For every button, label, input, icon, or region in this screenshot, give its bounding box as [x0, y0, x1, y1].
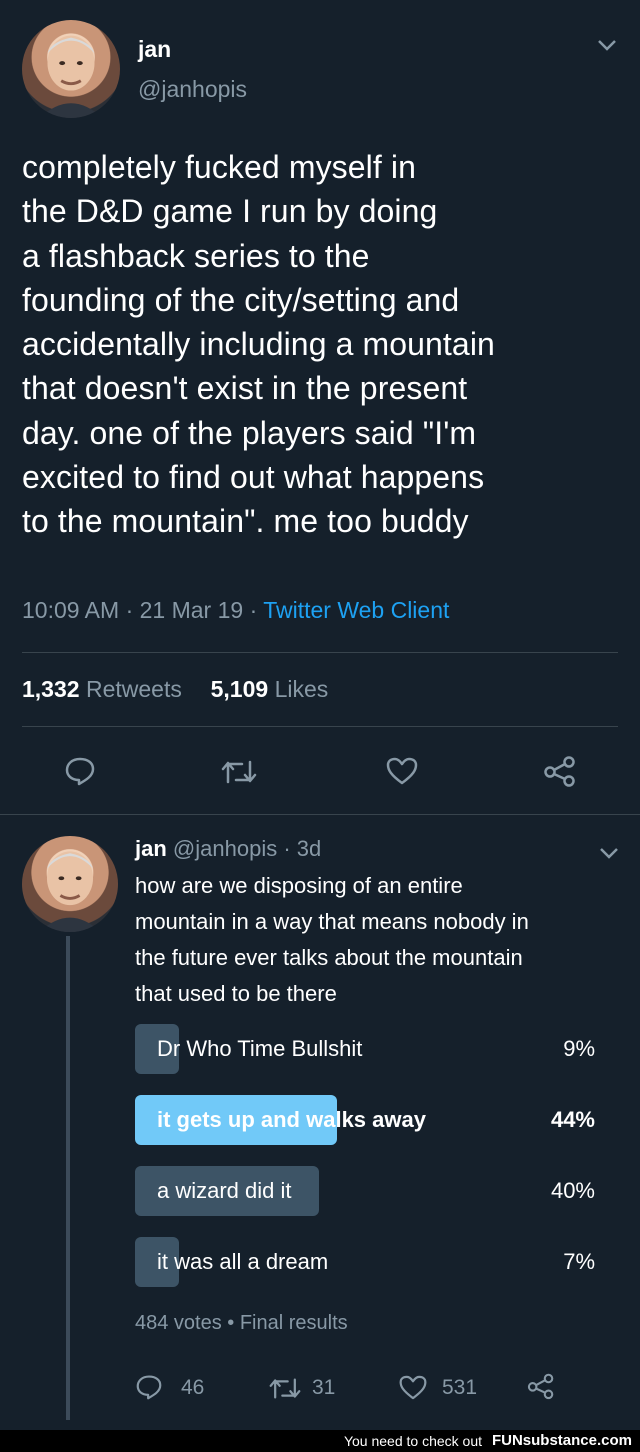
retweet-count: 31	[312, 1376, 336, 1399]
poll-option[interactable]: Dr Who Time Bullshit 9%	[135, 1024, 595, 1074]
reply-icon[interactable]	[64, 756, 96, 786]
reply-icon	[135, 1374, 163, 1400]
reply-text-line: the future ever talks about the mountain	[135, 945, 523, 970]
reply-text: how are we disposing of an entire mounta…	[135, 868, 615, 1012]
poll-option-label: a wizard did it	[157, 1178, 292, 1203]
reply-avatar[interactable]	[22, 836, 118, 932]
reply-author-name[interactable]: jan	[135, 836, 167, 861]
divider	[22, 652, 618, 653]
poll-option[interactable]: a wizard did it 40%	[135, 1166, 595, 1216]
tweet-text-line: to the mountain". me too buddy	[22, 503, 469, 540]
watermark-text: You need to check out	[343, 1433, 482, 1449]
poll-option-label: it gets up and walks away	[157, 1107, 426, 1132]
share-icon[interactable]	[542, 755, 578, 787]
chevron-down-icon[interactable]	[596, 38, 618, 52]
tweet-text-line: accidentally including a mountain	[22, 326, 495, 363]
poll-option[interactable]: it was all a dream 7%	[135, 1237, 595, 1287]
retweet-icon	[268, 1376, 302, 1401]
like-icon[interactable]	[385, 756, 419, 786]
reply-header: jan @janhopis · 3d	[135, 836, 321, 862]
reply-chevron-down-icon[interactable]	[598, 846, 620, 860]
poll-option-label: Dr Who Time Bullshit	[157, 1036, 363, 1061]
poll-option-percent: 40%	[550, 1178, 595, 1203]
tweet-text-line: that doesn't exist in the present	[22, 370, 468, 407]
poll-option-percent: 7%	[563, 1249, 595, 1274]
poll-option-percent: 44%	[550, 1107, 595, 1132]
retweets-label[interactable]: Retweets	[86, 676, 182, 702]
likes-label[interactable]: Likes	[275, 676, 329, 702]
engagement-stats: 1,332 Retweets 5,109 Likes	[22, 676, 328, 703]
reply-text-line: mountain in a way that means nobody in	[135, 909, 529, 934]
avatar[interactable]	[22, 20, 120, 118]
poll-option-percent: 9%	[563, 1036, 595, 1061]
retweets-count[interactable]: 1,332	[22, 676, 80, 702]
retweet-icon[interactable]	[220, 758, 258, 786]
like-count: 531	[442, 1376, 478, 1399]
reply-count: 46	[181, 1376, 205, 1399]
like-icon	[398, 1374, 428, 1401]
likes-count[interactable]: 5,109	[211, 676, 269, 702]
thread-line	[66, 936, 70, 1420]
tweet-text-line: excited to find out what happens	[22, 459, 485, 496]
timestamp[interactable]: 10:09 AM · 21 Mar 19 ·	[22, 597, 263, 623]
divider	[0, 814, 640, 815]
tweet-text-line: the D&D game I run by doing	[22, 193, 438, 230]
reply-share-icon[interactable]	[526, 1372, 556, 1400]
reply-handle-age[interactable]: @janhopis · 3d	[173, 836, 321, 861]
watermark-bar: You need to check out FUNsubstance.com	[0, 1430, 640, 1452]
author-handle[interactable]: @janhopis	[138, 76, 247, 103]
tweet-text-line: completely fucked myself in	[22, 149, 416, 185]
poll-option[interactable]: it gets up and walks away 44%	[135, 1095, 595, 1145]
tweet-text: completely fucked myself in the D&D game…	[22, 145, 622, 544]
client-link[interactable]: Twitter Web Client	[263, 597, 449, 623]
poll-footer: 484 votes • Final results	[135, 1312, 348, 1334]
poll-option-label: it was all a dream	[157, 1249, 329, 1274]
reply-text-line: how are we disposing of an entire	[135, 873, 463, 898]
tweet-meta: 10:09 AM · 21 Mar 19 · Twitter Web Clien…	[22, 597, 449, 624]
tweet-text-line: founding of the city/setting and	[22, 281, 460, 318]
reply-text-line: that used to be there	[135, 981, 337, 1006]
tweet-text-line: a flashback series to the	[22, 237, 370, 274]
tweet-text-line: day. one of the players said "I'm	[22, 414, 477, 451]
divider	[22, 726, 618, 727]
author-name[interactable]: jan	[138, 36, 171, 63]
watermark-brand: FUNsubstance.com	[491, 1432, 632, 1449]
